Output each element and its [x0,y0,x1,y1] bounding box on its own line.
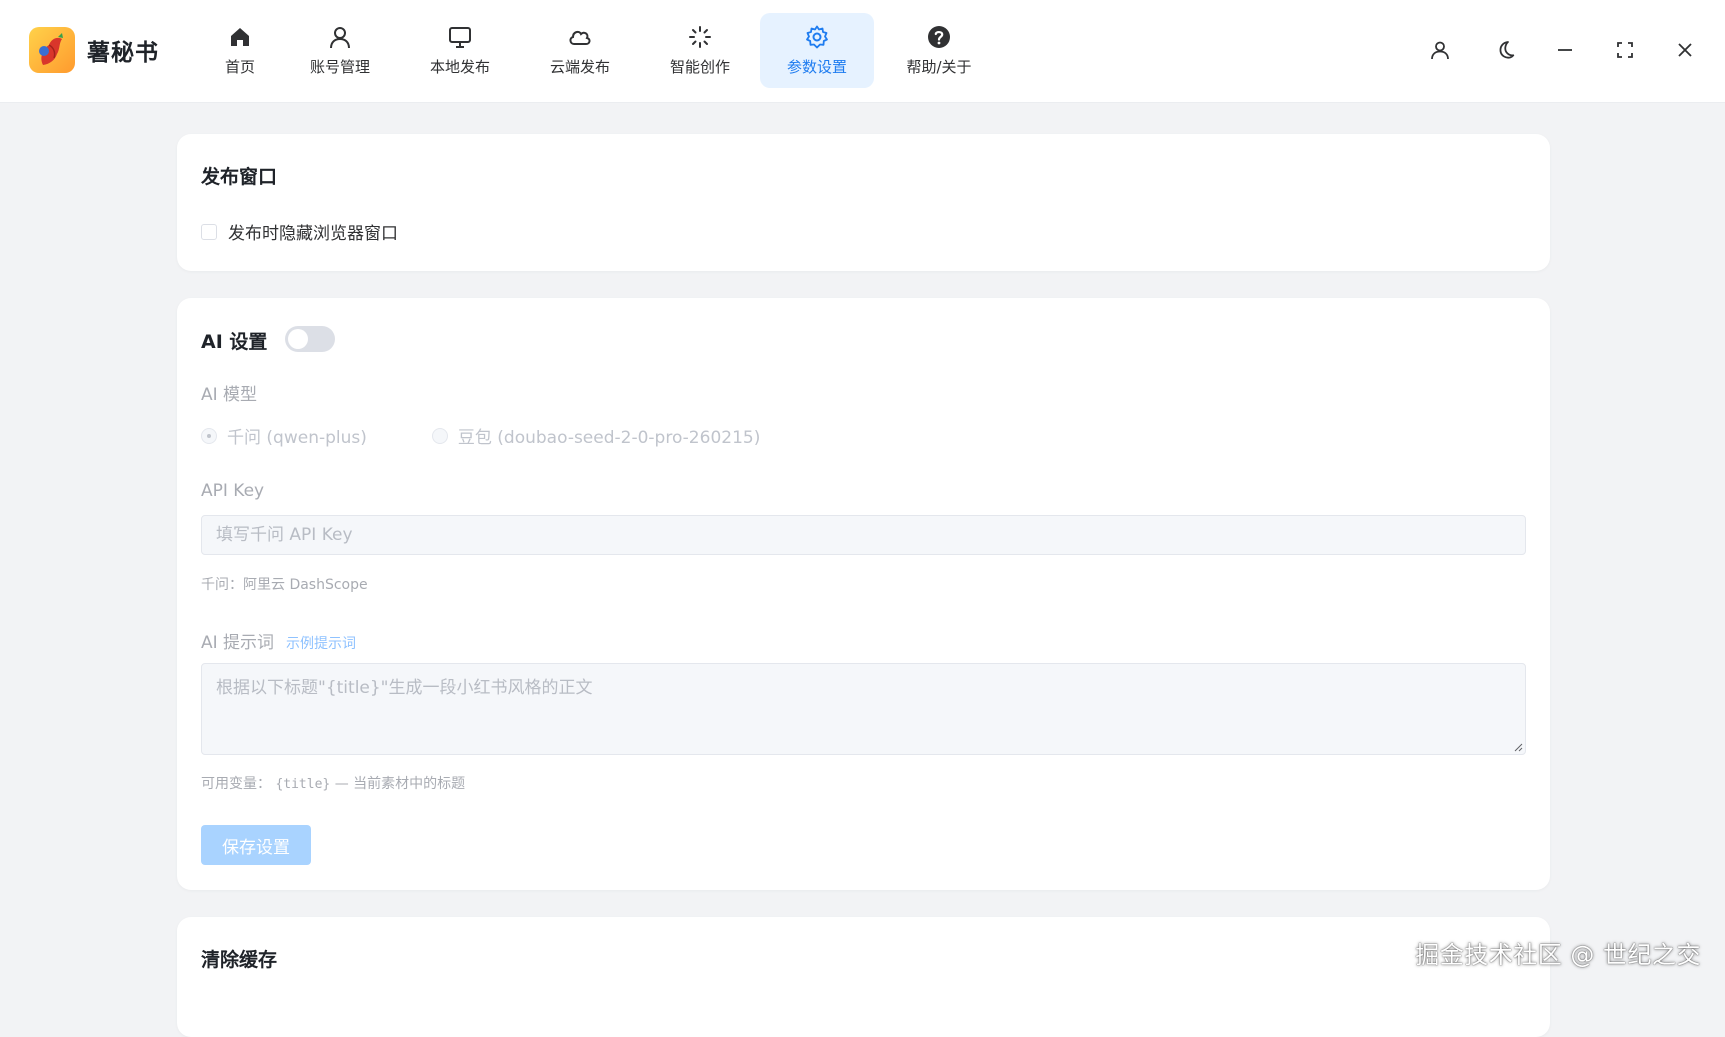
model-radio-qwen[interactable] [201,427,217,444]
variables-hint-var: {title} [275,777,331,792]
top-bar: 薯秘书 首页 账号管理 本地发布 云端发布 智能创作 参数设置 帮助/关于 [0,0,1725,103]
watermark: 掘金技术社区 @ 世纪之交 [1415,941,1701,969]
user-icon [330,27,350,49]
ai-enable-switch[interactable] [285,326,335,352]
hide-browser-label: 发布时隐藏浏览器窗口 [228,224,398,244]
hide-browser-option[interactable]: 发布时隐藏浏览器窗口 [201,219,398,244]
nav-label: 帮助/关于 [906,58,972,76]
minimize-icon [1558,49,1572,51]
gear-icon [806,25,828,49]
card-title: 发布窗口 [201,166,278,188]
model-label-qwen: 千问 (qwen-plus) [227,428,367,448]
brand: 薯秘书 [29,27,159,73]
theme-toggle-button[interactable] [1485,30,1525,70]
api-key-hint: 千问：阿里云 DashScope [201,577,368,593]
prompt-placeholder: 根据以下标题"{title}"生成一段小红书风格的正文 [216,678,593,698]
nav-label: 智能创作 [669,58,730,76]
prompt-label: AI 提示词 [201,633,275,653]
hide-browser-checkbox[interactable] [201,223,217,240]
switch-knob [288,329,308,349]
variables-hint-suffix: — 当前素材中的标题 [334,776,466,792]
fullscreen-button[interactable] [1605,30,1645,70]
app-logo [29,27,75,73]
card-title: 清除缓存 [201,949,278,971]
nav-label: 本地发布 [429,58,490,76]
sparkle-icon [689,26,711,48]
moon-icon [1499,41,1515,59]
nav-label: 账号管理 [309,58,370,76]
ai-model-options: 千问 (qwen-plus) 豆包 (doubao-seed-2-0-pro-2… [201,423,760,448]
monitor-icon [449,27,471,48]
close-icon [1678,43,1692,57]
nav-item-cloud-publish[interactable]: 云端发布 [520,13,640,88]
cloud-icon [569,30,591,45]
api-key-input[interactable]: 填写千问 API Key [201,515,1526,555]
variables-hint: 可用变量： {title} — 当前素材中的标题 [201,773,465,793]
model-label-doubao: 豆包 (doubao-seed-2-0-pro-260215) [457,428,761,448]
nav-label: 参数设置 [786,58,847,76]
user-button[interactable] [1420,30,1460,70]
prompt-textarea[interactable]: 根据以下标题"{title}"生成一段小红书风格的正文 [201,663,1526,755]
prompt-label-row: AI 提示词 示例提示词 [201,628,356,653]
window-controls [1420,30,1725,70]
user-icon [1431,41,1449,60]
save-settings-button[interactable]: 保存设置 [201,825,311,865]
nav-item-ai-create[interactable]: 智能创作 [640,13,760,88]
model-radio-doubao[interactable] [431,427,448,444]
nav-item-accounts[interactable]: 账号管理 [280,13,400,88]
nav-item-local-publish[interactable]: 本地发布 [400,13,520,88]
nav-item-settings[interactable]: 参数设置 [760,13,874,88]
nav-item-help[interactable]: 帮助/关于 [874,13,1004,88]
app-name: 薯秘书 [87,40,159,66]
help-icon [928,26,950,48]
close-button[interactable] [1665,30,1705,70]
clear-cache-card: 清除缓存 [177,917,1550,1037]
nav-label: 云端发布 [549,58,610,76]
variables-hint-prefix: 可用变量： [201,776,271,792]
fullscreen-icon [1617,42,1633,58]
nav-item-home[interactable]: 首页 [200,13,280,88]
card-title: AI 设置 [201,331,268,353]
minimize-button[interactable] [1545,30,1585,70]
nav-label: 首页 [224,58,255,76]
publish-window-card: 发布窗口 发布时隐藏浏览器窗口 [177,134,1550,271]
api-key-label: API Key [201,481,265,501]
ai-settings-card: AI 设置 AI 模型 千问 (qwen-plus) 豆包 (doubao-se… [177,298,1550,890]
resize-grip-icon[interactable] [1513,742,1523,752]
home-icon [231,28,249,46]
example-prompt-link[interactable]: 示例提示词 [286,633,356,653]
main-nav: 首页 账号管理 本地发布 云端发布 智能创作 参数设置 帮助/关于 [200,13,1004,88]
ai-model-label: AI 模型 [201,385,258,405]
